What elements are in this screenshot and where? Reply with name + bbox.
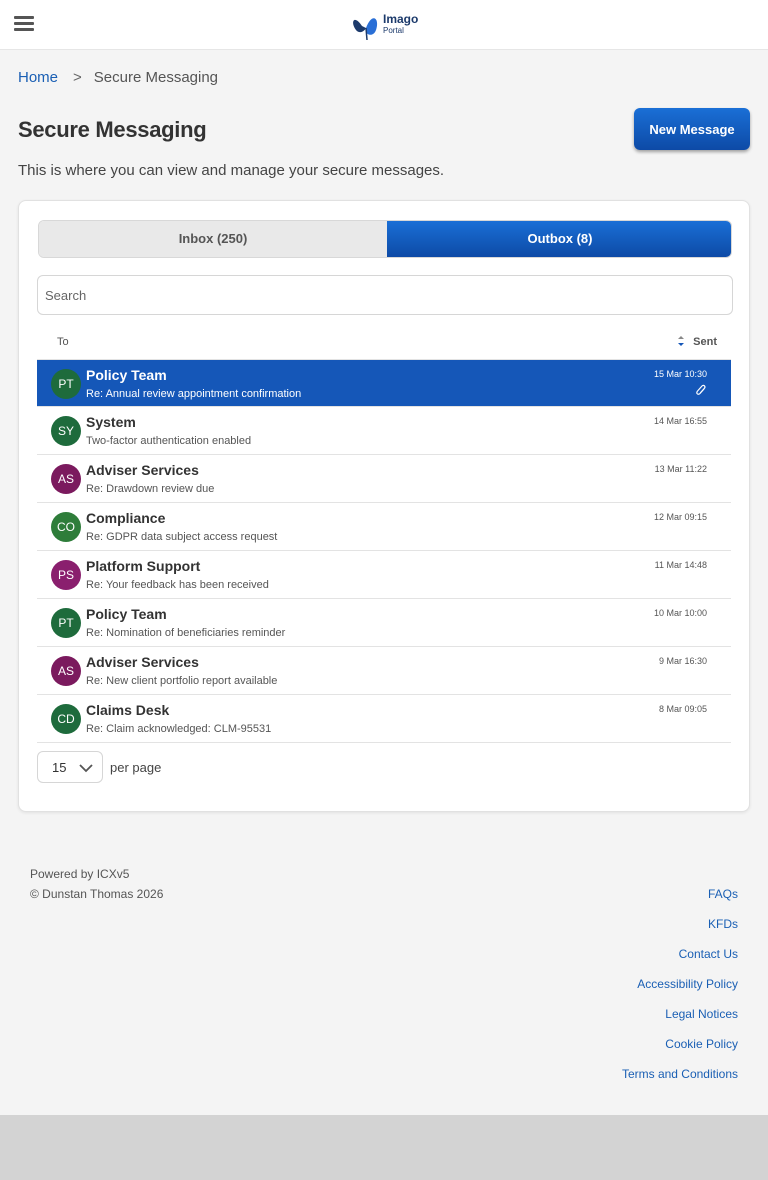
footer-copyright: © Dunstan Thomas 2026 [30, 887, 164, 901]
page-description: This is where you can view and manage yo… [18, 162, 445, 179]
footer-links: FAQs KFDs Contact Us Accessibility Policy Le… [622, 886, 738, 1096]
message-date: 8 Mar 09:05 [658, 704, 707, 714]
message-subject: Re: GDPR data subject access request [86, 531, 278, 543]
message-tabs: Inbox (250) Outbox (8) [38, 220, 732, 258]
message-subject: Re: Annual review appointment confirmati… [86, 388, 302, 400]
message-list: PT Policy Team Re: Annual review appointme… [37, 359, 731, 743]
message-row[interactable]: CO Compliance Re: GDPR data subject access… [37, 503, 731, 551]
footer-link[interactable]: Cookie Policy [622, 1036, 738, 1066]
message-recipient: Policy Team [86, 367, 167, 383]
message-subject: Re: Claim acknowledged: CLM-95531 [86, 723, 272, 735]
messages-card: Inbox (250) Outbox (8) To Sent PT Policy … [18, 200, 750, 812]
message-date: 10 Mar 10:00 [653, 608, 707, 618]
message-row[interactable]: PS Platform Support Re: Your feedback has … [37, 551, 731, 599]
message-recipient: Adviser Services [86, 462, 199, 478]
message-row[interactable]: PT Policy Team Re: Annual review appointme… [37, 359, 731, 407]
message-recipient: Adviser Services [86, 654, 199, 670]
message-row[interactable]: AS Adviser Services Re: Drawdown review du… [37, 455, 731, 503]
footer-link[interactable]: Contact Us [622, 946, 738, 976]
message-recipient: Compliance [86, 510, 166, 526]
message-recipient: Policy Team [86, 606, 167, 622]
hamburger-icon[interactable] [14, 16, 34, 34]
per-page-label: per page [110, 760, 162, 775]
page-title: Secure Messaging [18, 117, 207, 142]
avatar: PT [51, 369, 81, 399]
message-subject: Re: New client portfolio report availabl… [86, 675, 278, 687]
breadcrumb: Home > Secure Messaging [18, 68, 218, 88]
tab-inbox[interactable]: Inbox (250) [39, 221, 387, 257]
avatar: AS [51, 656, 81, 686]
message-recipient: Claims Desk [86, 702, 170, 718]
footer-link[interactable]: Accessibility Policy [622, 976, 738, 1006]
breadcrumb-home-link[interactable]: Home [18, 69, 58, 86]
avatar: PT [51, 608, 81, 638]
message-row[interactable]: PT Policy Team Re: Nomination of beneficia… [37, 599, 731, 647]
avatar: SY [51, 416, 81, 446]
chevron-down-icon [79, 764, 93, 773]
message-subject: Re: Your feedback has been received [86, 579, 269, 591]
per-page-select[interactable]: 15 [37, 751, 103, 783]
tab-outbox[interactable]: Outbox (8) [387, 221, 731, 257]
message-date: 14 Mar 16:55 [653, 416, 707, 426]
message-recipient: System [86, 414, 136, 430]
footer-powered-by: Powered by ICXv5 [30, 867, 130, 881]
column-header-sent[interactable]: Sent [693, 335, 717, 349]
footer-link[interactable]: FAQs [622, 886, 738, 916]
message-date: 11 Mar 14:48 [654, 560, 707, 570]
message-recipient: Platform Support [86, 558, 201, 574]
message-date: 12 Mar 09:15 [653, 512, 707, 522]
message-subject: Two-factor authentication enabled [86, 435, 252, 447]
footer-link[interactable]: Terms and Conditions [622, 1066, 738, 1096]
breadcrumb-current: Secure Messaging [93, 69, 219, 86]
logo-subtitle: Portal [383, 26, 404, 35]
message-row[interactable]: AS Adviser Services Re: New client portfol… [37, 647, 731, 695]
avatar: PS [51, 560, 81, 590]
column-header-to[interactable]: To [57, 335, 69, 349]
message-date: 9 Mar 16:30 [658, 656, 707, 666]
top-header: Imago Portal [0, 0, 768, 50]
message-row[interactable]: SY System Two-factor authentication enable… [37, 407, 731, 455]
footer-link[interactable]: Legal Notices [622, 1006, 738, 1036]
search-input[interactable] [37, 275, 733, 315]
message-date: 13 Mar 11:22 [654, 464, 707, 474]
message-row[interactable]: CD Claims Desk Re: Claim acknowledged: CLM… [37, 695, 731, 743]
paperclip-icon [696, 384, 706, 395]
avatar: CD [51, 704, 81, 734]
avatar: AS [51, 464, 81, 494]
breadcrumb-separator: > [73, 69, 82, 86]
new-message-button[interactable]: New Message [634, 108, 750, 150]
avatar: CO [51, 512, 81, 542]
per-page-value: 15 [52, 760, 67, 775]
message-date: 15 Mar 10:30 [653, 369, 707, 379]
message-subject: Re: Drawdown review due [86, 483, 215, 495]
logo-title: Imago [383, 12, 419, 26]
footer-link[interactable]: KFDs [622, 916, 738, 946]
message-subject: Re: Nomination of beneficiaries reminder [86, 627, 286, 639]
sort-desc-icon[interactable] [677, 335, 685, 347]
